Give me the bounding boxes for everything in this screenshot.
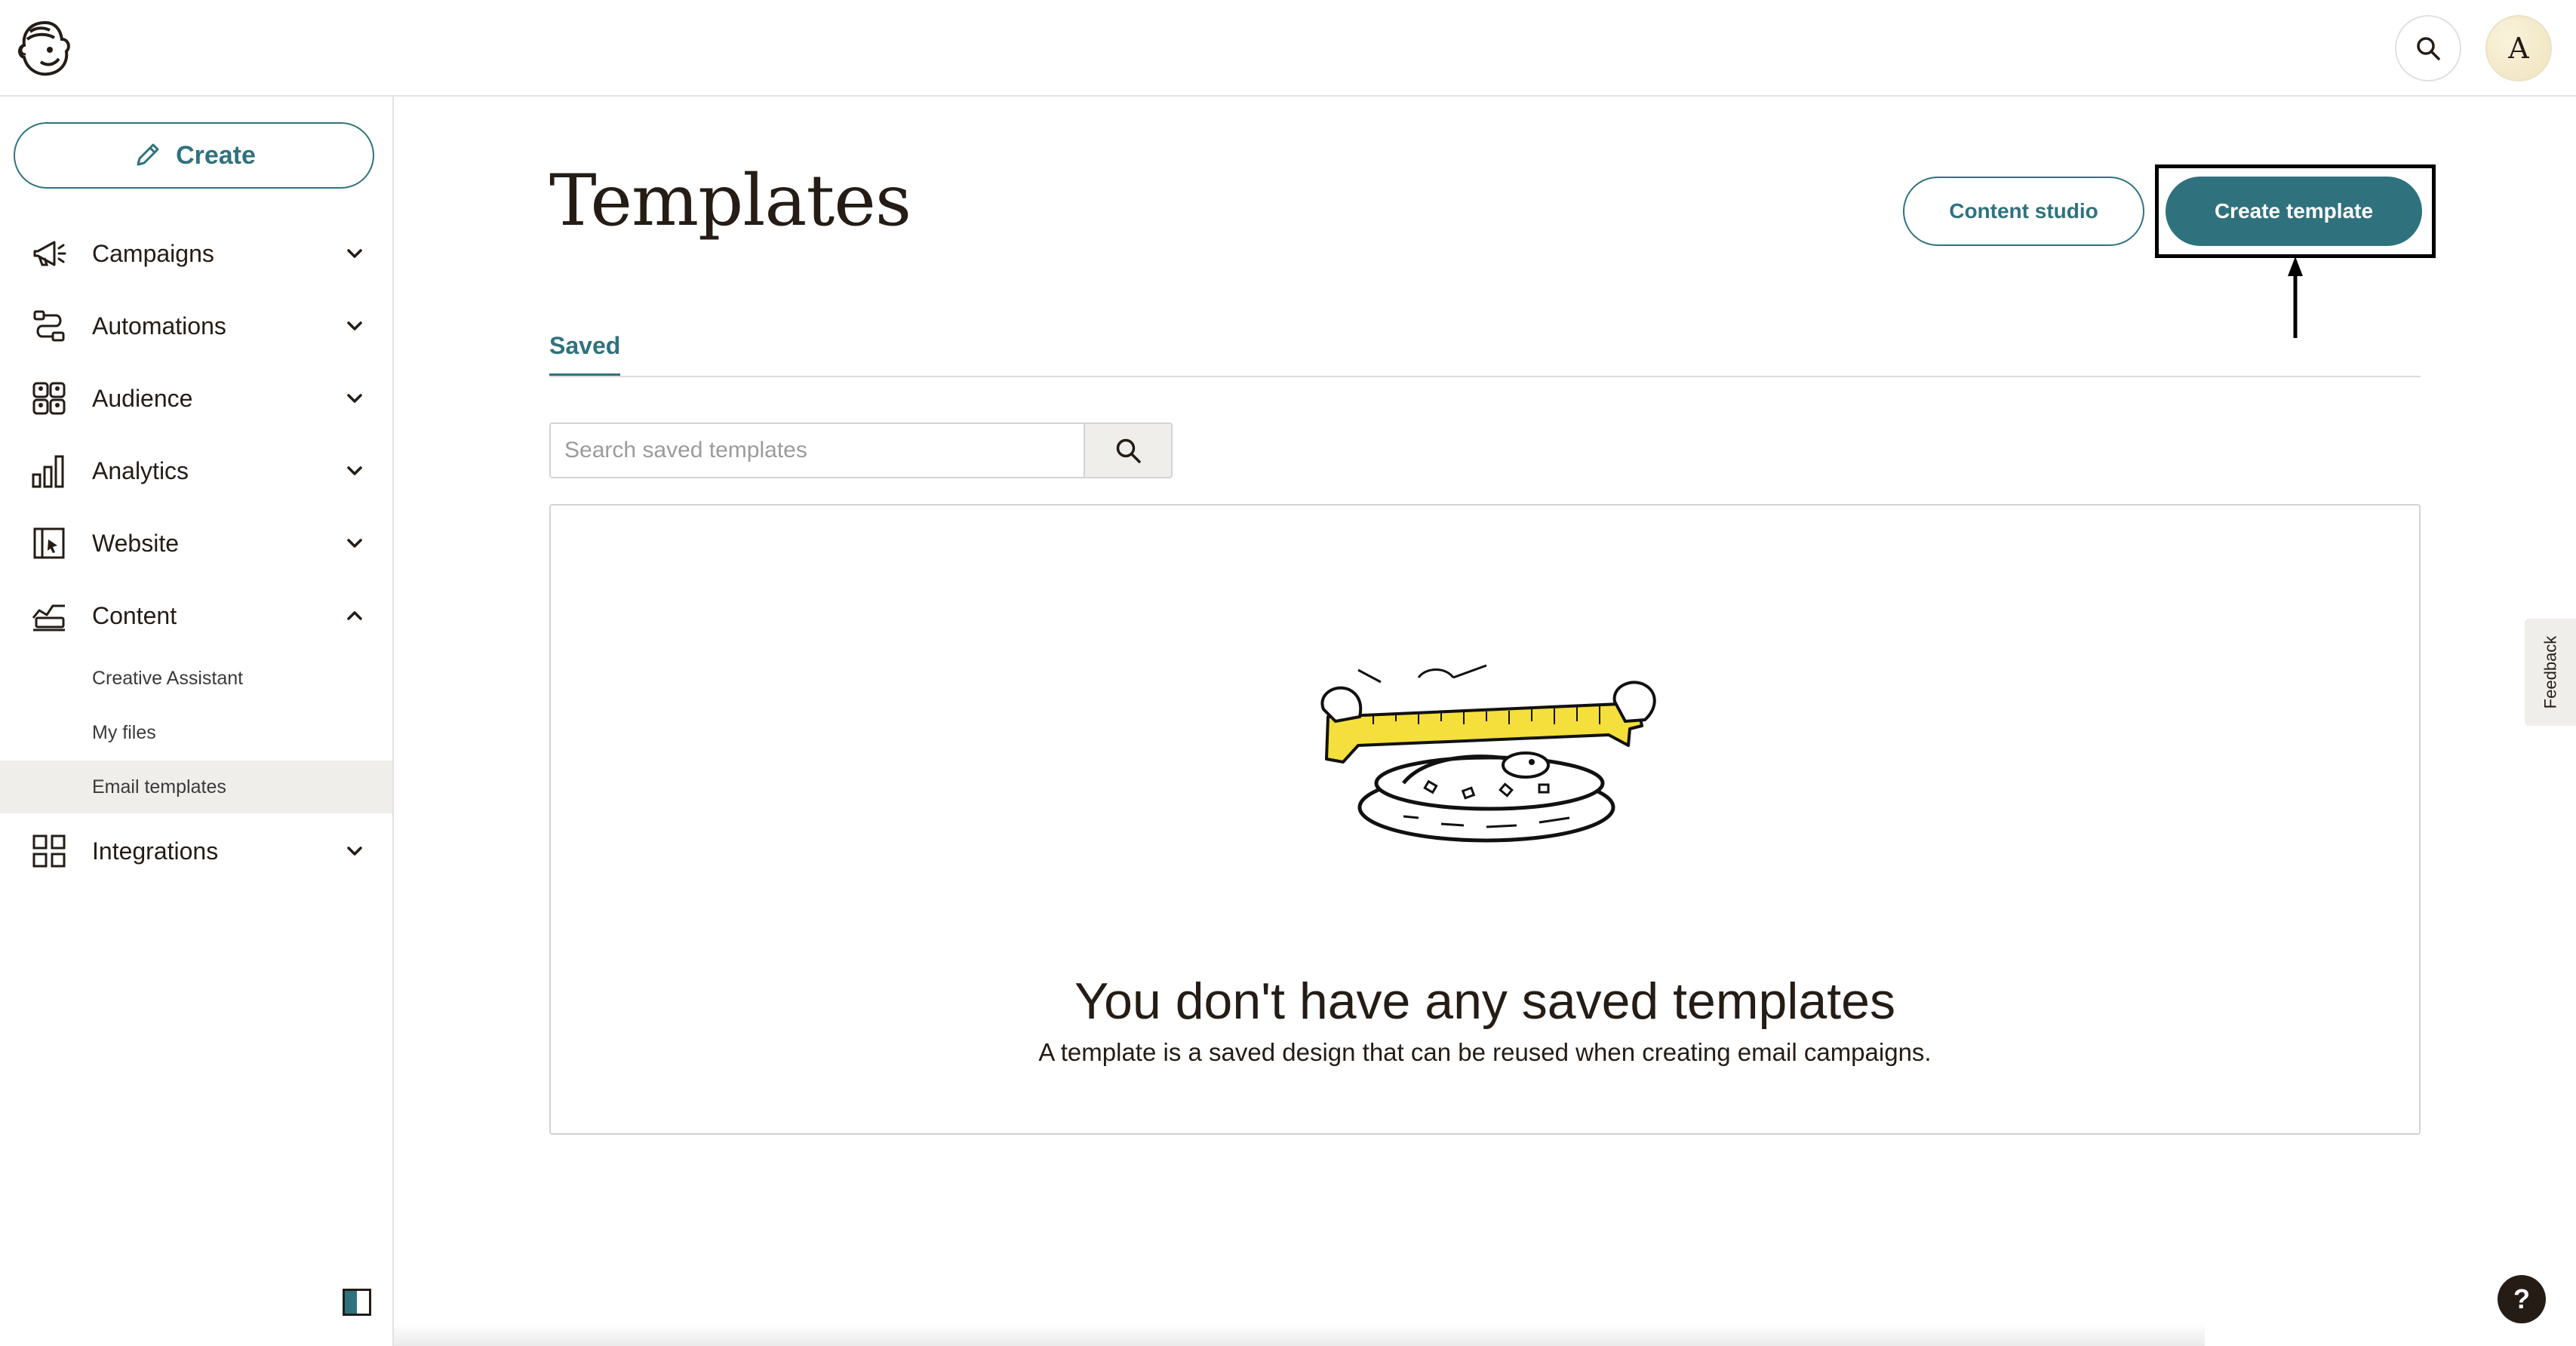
page-title: Templates	[549, 160, 911, 242]
sidebar-item-website[interactable]: Website	[0, 510, 392, 576]
chevron-down-icon	[347, 847, 362, 856]
sidebar-subitem-label: Email templates	[92, 776, 226, 797]
chevron-up-icon	[347, 611, 362, 620]
chevron-down-icon	[347, 466, 362, 475]
chevron-down-icon	[347, 394, 362, 403]
search-icon	[2417, 37, 2440, 60]
empty-state-panel: You don't have any saved templates A tem…	[549, 504, 2421, 1135]
avatar[interactable]: A	[2485, 15, 2552, 81]
arrow-up-annotation-icon	[2288, 257, 2303, 338]
sidebar-item-automations[interactable]: Automations	[0, 293, 392, 359]
measuring-tape-snake-illustration	[1320, 664, 1656, 843]
sidebar-collapse-toggle-icon[interactable]	[343, 1289, 371, 1316]
sidebar-subitem-creative-assistant[interactable]: Creative Assistant	[0, 652, 392, 705]
feedback-label: Feedback	[2541, 635, 2559, 709]
top-bar: A	[0, 0, 2576, 97]
create-template-button[interactable]: Create template	[2166, 177, 2422, 246]
sidebar: Create Campaigns Automations Audience An…	[0, 97, 394, 1346]
sidebar-item-content[interactable]: Content	[0, 582, 392, 649]
empty-state-description: A template is a saved design that can be…	[1038, 1038, 1932, 1066]
tab-saved[interactable]: Saved	[549, 332, 621, 377]
help-button[interactable]: ?	[2498, 1275, 2546, 1323]
audience-icon	[32, 382, 66, 415]
search-input[interactable]	[551, 424, 1084, 477]
sidebar-item-label: Audience	[92, 384, 193, 412]
sidebar-item-label: Content	[92, 601, 177, 629]
content-studio-button[interactable]: Content studio	[1903, 177, 2144, 246]
create-button[interactable]: Create	[14, 122, 374, 189]
pencil-icon	[137, 143, 159, 166]
website-icon	[33, 527, 65, 559]
sidebar-item-label: Integrations	[92, 837, 219, 865]
sidebar-subitem-label: Creative Assistant	[92, 667, 244, 689]
search-icon	[1116, 438, 1141, 463]
sidebar-subitem-my-files[interactable]: My files	[0, 706, 392, 759]
sidebar-subitem-label: My files	[92, 721, 156, 743]
chevron-down-icon	[347, 321, 362, 330]
sidebar-subitem-email-templates[interactable]: Email templates	[0, 761, 392, 813]
search-submit-button[interactable]	[1084, 424, 1171, 477]
megaphone-icon	[33, 241, 66, 266]
empty-state-title: You don't have any saved templates	[1074, 973, 1895, 1030]
sidebar-item-label: Campaigns	[92, 239, 214, 267]
chevron-down-icon	[347, 539, 362, 548]
create-button-label: Create	[176, 140, 256, 170]
tabs-divider	[549, 376, 2421, 377]
search-box	[549, 423, 1173, 478]
mailchimp-logo-icon[interactable]	[14, 17, 77, 80]
header-search-button[interactable]	[2395, 15, 2461, 81]
sidebar-item-analytics[interactable]: Analytics	[0, 438, 392, 504]
automation-flow-icon	[33, 310, 65, 342]
grid-icon	[32, 834, 66, 868]
sidebar-item-audience[interactable]: Audience	[0, 365, 392, 432]
chevron-down-icon	[347, 249, 362, 258]
sidebar-item-label: Automations	[92, 312, 226, 340]
sidebar-item-campaigns[interactable]: Campaigns	[0, 220, 392, 287]
sidebar-item-label: Website	[92, 529, 180, 557]
feedback-tab[interactable]: Feedback	[2525, 619, 2576, 726]
bottom-shadow	[394, 1323, 2205, 1346]
content-icon	[32, 604, 65, 632]
bar-chart-icon	[32, 455, 64, 488]
sidebar-item-label: Analytics	[92, 456, 189, 484]
sidebar-item-integrations[interactable]: Integrations	[0, 818, 392, 884]
